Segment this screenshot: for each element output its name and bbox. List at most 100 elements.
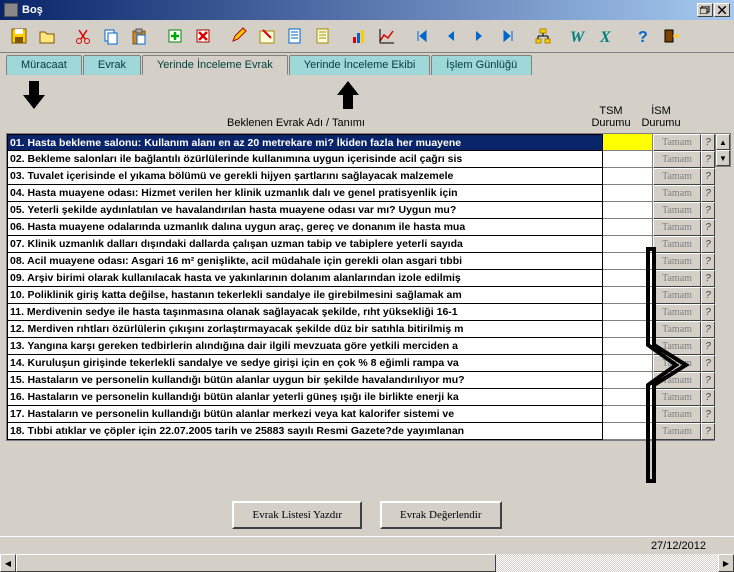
help-row-button[interactable]: ?	[701, 151, 715, 168]
hscroll-track[interactable]	[496, 554, 718, 572]
first-icon[interactable]	[410, 23, 436, 49]
horizontal-scrollbar[interactable]: ◀ ▶	[0, 554, 734, 572]
vertical-scrollbar[interactable]: ▲ ▼	[715, 133, 731, 167]
tsm-cell[interactable]	[603, 372, 653, 389]
scroll-thumb[interactable]	[16, 554, 496, 572]
tsm-cell[interactable]	[603, 389, 653, 406]
table-row[interactable]: 07. Klinik uzmanlık dalları dışındaki da…	[7, 236, 715, 253]
cut-icon[interactable]	[70, 23, 96, 49]
table-row[interactable]: 15. Hastaların ve personelin kullandığı …	[7, 372, 715, 389]
help-row-button[interactable]: ?	[701, 270, 715, 287]
last-icon[interactable]	[494, 23, 520, 49]
help-row-button[interactable]: ?	[701, 287, 715, 304]
ism-button[interactable]: Tamam	[653, 185, 701, 202]
table-row[interactable]: 12. Merdiven rıhtları özürlülerin çıkışı…	[7, 321, 715, 338]
help-row-button[interactable]: ?	[701, 185, 715, 202]
help-row-button[interactable]: ?	[701, 372, 715, 389]
tab-yerinde-inceleme-evrak[interactable]: Yerinde İnceleme Evrak	[142, 55, 288, 75]
tab-yerinde-inceleme-ekibi[interactable]: Yerinde İnceleme Ekibi	[289, 55, 431, 75]
open-icon[interactable]	[34, 23, 60, 49]
table-row[interactable]: 17. Hastaların ve personelin kullandığı …	[7, 406, 715, 423]
table-row[interactable]: 03. Tuvalet içerisinde el yıkama bölümü …	[7, 168, 715, 185]
table-row[interactable]: 11. Merdivenin sedye ile hasta taşınması…	[7, 304, 715, 321]
prev-icon[interactable]	[438, 23, 464, 49]
ism-button[interactable]: Tamam	[653, 134, 701, 151]
tsm-cell[interactable]	[603, 270, 653, 287]
table-row[interactable]: 02. Bekleme salonları ile bağlantılı özü…	[7, 151, 715, 168]
chart1-icon[interactable]	[346, 23, 372, 49]
scroll-up-button[interactable]: ▲	[716, 134, 730, 150]
exit-icon[interactable]	[658, 23, 684, 49]
ism-button[interactable]: Tamam	[653, 338, 701, 355]
tsm-cell[interactable]	[603, 151, 653, 168]
ism-button[interactable]: Tamam	[653, 372, 701, 389]
table-row[interactable]: 09. Arşiv birimi olarak kullanılacak has…	[7, 270, 715, 287]
table-row[interactable]: 13. Yangına karşı gereken tedbirlerin al…	[7, 338, 715, 355]
tsm-cell[interactable]	[603, 406, 653, 423]
ism-button[interactable]: Tamam	[653, 389, 701, 406]
help-icon[interactable]: ?	[630, 23, 656, 49]
ism-button[interactable]: Tamam	[653, 151, 701, 168]
tab-islem-gunlugu[interactable]: İşlem Günlüğü	[431, 55, 532, 75]
help-row-button[interactable]: ?	[701, 168, 715, 185]
excel-icon[interactable]: X	[594, 23, 620, 49]
help-row-button[interactable]: ?	[701, 423, 715, 440]
tsm-cell[interactable]	[603, 236, 653, 253]
ism-button[interactable]: Tamam	[653, 202, 701, 219]
word-icon[interactable]: W	[566, 23, 592, 49]
table-row[interactable]: 05. Yeterli şekilde aydınlatılan ve hava…	[7, 202, 715, 219]
tsm-cell[interactable]	[603, 355, 653, 372]
ism-button[interactable]: Tamam	[653, 236, 701, 253]
ism-button[interactable]: Tamam	[653, 270, 701, 287]
tsm-cell[interactable]	[603, 202, 653, 219]
edit-icon[interactable]	[226, 23, 252, 49]
scroll-left-button[interactable]: ◀	[0, 554, 16, 572]
help-row-button[interactable]: ?	[701, 406, 715, 423]
copy-icon[interactable]	[98, 23, 124, 49]
tab-muracaat[interactable]: Müracaat	[6, 55, 82, 75]
tsm-cell[interactable]	[603, 338, 653, 355]
table-row[interactable]: 14. Kuruluşun girişinde tekerlekli sanda…	[7, 355, 715, 372]
evaluate-button[interactable]: Evrak Değerlendir	[380, 501, 502, 529]
help-row-button[interactable]: ?	[701, 355, 715, 372]
tsm-cell[interactable]	[603, 219, 653, 236]
new-icon[interactable]	[162, 23, 188, 49]
scroll-down-button[interactable]: ▼	[716, 150, 730, 166]
table-row[interactable]: 04. Hasta muayene odası: Hizmet verilen …	[7, 185, 715, 202]
tree-icon[interactable]	[530, 23, 556, 49]
table-row[interactable]: 06. Hasta muayene odalarında uzmanlık da…	[7, 219, 715, 236]
restore-button[interactable]	[697, 3, 713, 17]
help-row-button[interactable]: ?	[701, 202, 715, 219]
save-icon[interactable]	[6, 23, 32, 49]
help-row-button[interactable]: ?	[701, 338, 715, 355]
table-row[interactable]: 18. Tıbbi atıklar ve çöpler için 22.07.2…	[7, 423, 715, 440]
edit2-icon[interactable]	[254, 23, 280, 49]
tsm-cell[interactable]	[603, 423, 653, 440]
tsm-cell[interactable]	[603, 253, 653, 270]
help-row-button[interactable]: ?	[701, 219, 715, 236]
table-row[interactable]: 16. Hastaların ve personelin kullandığı …	[7, 389, 715, 406]
ism-button[interactable]: Tamam	[653, 219, 701, 236]
ism-button[interactable]: Tamam	[653, 304, 701, 321]
table-row[interactable]: 08. Acil muayene odası: Asgari 16 m² gen…	[7, 253, 715, 270]
scroll-right-button[interactable]: ▶	[718, 554, 734, 572]
tsm-cell[interactable]	[603, 321, 653, 338]
ism-button[interactable]: Tamam	[653, 321, 701, 338]
tsm-cell[interactable]	[603, 185, 653, 202]
tsm-cell[interactable]	[603, 304, 653, 321]
help-row-button[interactable]: ?	[701, 321, 715, 338]
table-row[interactable]: 01. Hasta bekleme salonu: Kullanım alanı…	[7, 134, 715, 151]
list-icon[interactable]	[310, 23, 336, 49]
props-icon[interactable]	[282, 23, 308, 49]
ism-button[interactable]: Tamam	[653, 355, 701, 372]
delete-icon[interactable]	[190, 23, 216, 49]
ism-button[interactable]: Tamam	[653, 253, 701, 270]
ism-button[interactable]: Tamam	[653, 287, 701, 304]
next-icon[interactable]	[466, 23, 492, 49]
tab-evrak[interactable]: Evrak	[83, 55, 141, 75]
ism-button[interactable]: Tamam	[653, 168, 701, 185]
print-list-button[interactable]: Evrak Listesi Yazdır	[232, 501, 362, 529]
ism-button[interactable]: Tamam	[653, 406, 701, 423]
help-row-button[interactable]: ?	[701, 253, 715, 270]
paste-icon[interactable]	[126, 23, 152, 49]
